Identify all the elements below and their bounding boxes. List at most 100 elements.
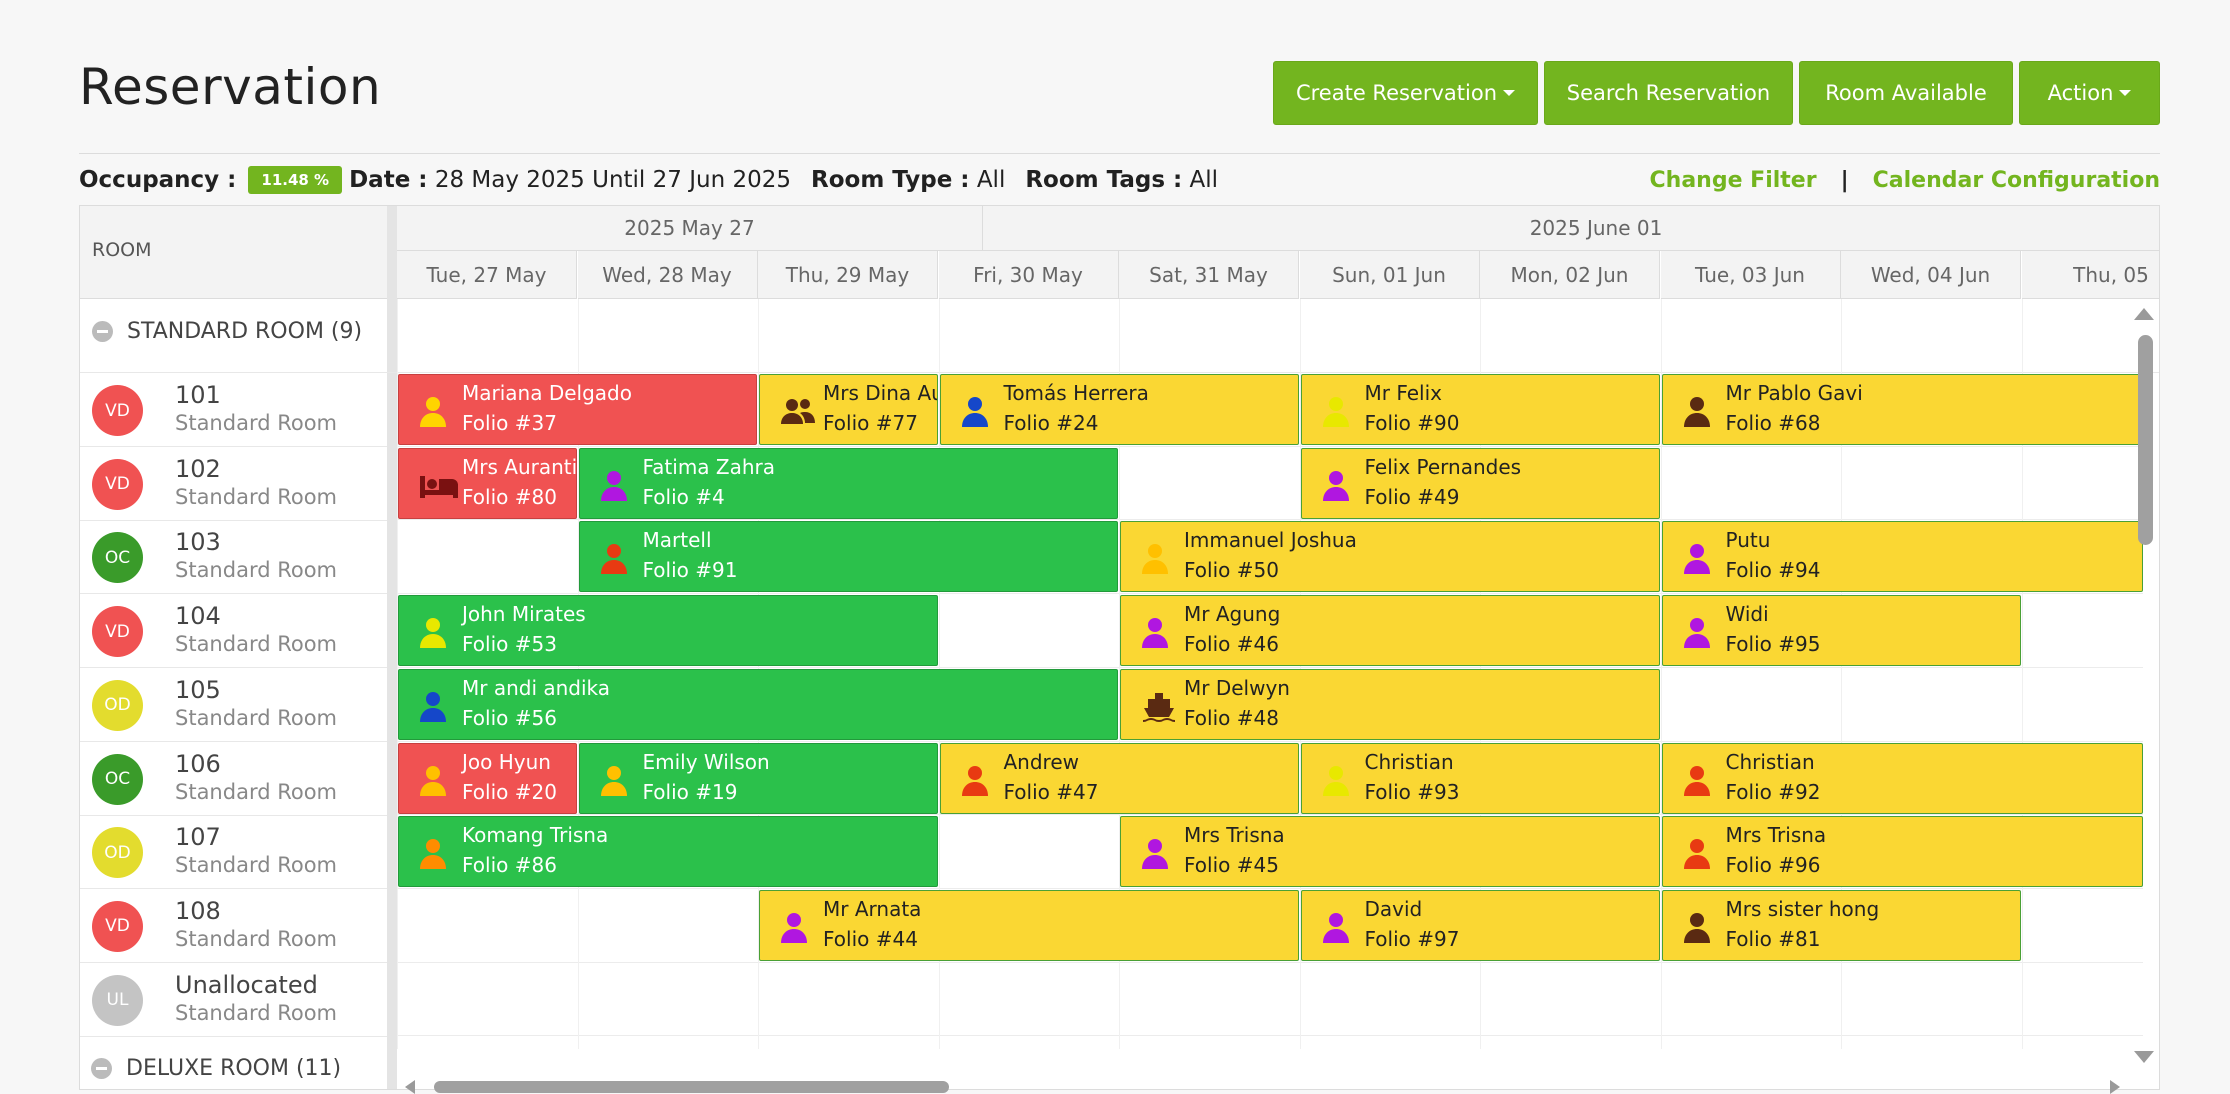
- collapse-icon[interactable]: [92, 321, 113, 342]
- booking-block[interactable]: David Folio #97: [1300, 889, 1660, 961]
- search-reservation-button[interactable]: Search Reservation: [1544, 61, 1793, 125]
- month-header: 2025 June 01: [983, 206, 2159, 251]
- room-row[interactable]: OD 107 Standard Room: [80, 815, 387, 890]
- room-number: 108: [175, 896, 221, 925]
- reservation-calendar: ROOM 2025 May 27 2025 June 01 Tue, 27 Ma…: [79, 205, 2160, 1090]
- booking-block[interactable]: Andrew Folio #47: [939, 742, 1299, 814]
- collapse-icon[interactable]: [91, 1058, 112, 1079]
- person-icon: [419, 617, 447, 649]
- room-type: Standard Room: [175, 632, 338, 657]
- booking-block[interactable]: Mrs Trisna Folio #96: [1661, 816, 2143, 888]
- guest-name: Christian: [1364, 749, 1454, 774]
- vertical-scrollbar[interactable]: [2138, 335, 2153, 545]
- folio-number: Folio #91: [642, 558, 738, 583]
- guest-name: Christian: [1725, 749, 1815, 774]
- room-status-badge: OC: [92, 753, 143, 805]
- filter-summary: Occupancy : 11.48 % Date : 28 May 2025 U…: [79, 164, 1218, 196]
- booking-block[interactable]: John Mirates Folio #53: [398, 595, 938, 667]
- guest-name: John Mirates: [462, 602, 586, 627]
- ship-icon: [1141, 691, 1175, 723]
- booking-block[interactable]: Christian Folio #92: [1661, 742, 2143, 814]
- booking-block[interactable]: Mr Arnata Folio #44: [759, 889, 1299, 961]
- room-status-badge: OD: [92, 679, 143, 731]
- folio-number: Folio #47: [1003, 779, 1099, 804]
- date-value: 28 May 2025 Until 27 Jun 2025: [434, 167, 791, 193]
- room-row[interactable]: UL Unallocated Standard Room: [80, 963, 387, 1037]
- room-row[interactable]: VD 108 Standard Room: [80, 889, 387, 963]
- room-row[interactable]: OD 105 Standard Room: [80, 668, 387, 742]
- scroll-up-icon[interactable]: [2134, 308, 2154, 320]
- month-header: 2025 May 27: [397, 206, 983, 251]
- person-icon: [600, 765, 628, 797]
- room-row[interactable]: OC 106 Standard Room: [80, 742, 387, 816]
- page-title: Reservation: [79, 58, 382, 116]
- booking-block[interactable]: Emily Wilson Folio #19: [578, 742, 938, 814]
- day-header: Sun, 01 Jun: [1299, 251, 1480, 299]
- scroll-left-icon[interactable]: [405, 1080, 415, 1094]
- booking-block[interactable]: Mrs Trisna Folio #45: [1120, 816, 1660, 888]
- calendar-configuration-link[interactable]: Calendar Configuration: [1873, 168, 2160, 193]
- room-group-row[interactable]: STANDARD ROOM (9): [80, 300, 2159, 373]
- day-header: Wed, 04 Jun: [1841, 251, 2021, 299]
- room-group-toggle[interactable]: STANDARD ROOM (9): [92, 319, 362, 344]
- person-icon: [961, 765, 989, 797]
- room-number: 106: [175, 749, 221, 778]
- booking-block[interactable]: Joo Hyun Folio #20: [398, 742, 577, 814]
- room-status-badge: VD: [92, 606, 143, 658]
- room-number: 102: [175, 454, 221, 483]
- guest-name: Mr andi andika: [462, 675, 611, 700]
- room-row[interactable]: VD 102 Standard Room: [80, 447, 387, 521]
- room-status-badge: VD: [92, 900, 143, 952]
- booking-block[interactable]: Mr Felix Folio #90: [1300, 374, 1660, 445]
- horizontal-scrollbar[interactable]: [434, 1081, 949, 1093]
- guest-name: Immanuel Joshua: [1184, 528, 1357, 553]
- room-row[interactable]: OC 103 Standard Room: [80, 520, 387, 595]
- booking-block[interactable]: Christian Folio #93: [1300, 742, 1660, 814]
- booking-block[interactable]: Mrs sister hong Folio #81: [1661, 889, 2021, 961]
- day-header: Wed, 28 May: [577, 251, 758, 299]
- room-group-toggle[interactable]: DELUXE ROOM (11): [91, 1056, 341, 1081]
- booking-block[interactable]: Komang Trisna Folio #86: [398, 816, 938, 888]
- room-column-header: ROOM: [80, 206, 387, 299]
- folio-number: Folio #80: [462, 484, 557, 509]
- divider: [79, 153, 2160, 154]
- scroll-down-icon[interactable]: [2134, 1051, 2154, 1063]
- folio-number: Folio #96: [1725, 853, 1821, 878]
- booking-block[interactable]: Tomás Herrera Folio #24: [939, 374, 1299, 445]
- room-number: 107: [175, 823, 221, 852]
- person-icon: [1141, 543, 1169, 575]
- room-header-label: ROOM: [92, 239, 152, 261]
- booking-block[interactable]: Mr Delwyn Folio #48: [1120, 668, 1660, 740]
- booking-block[interactable]: Putu Folio #94: [1661, 521, 2143, 593]
- action-button[interactable]: Action: [2019, 61, 2160, 125]
- booking-block[interactable]: Mariana Delgado Folio #37: [398, 374, 757, 445]
- booking-block[interactable]: Mr Pablo Gavi Folio #68: [1661, 374, 2143, 445]
- room-available-button[interactable]: Room Available: [1799, 61, 2013, 125]
- row-divider: [397, 887, 2143, 889]
- booking-block[interactable]: Widi Folio #95: [1661, 595, 2021, 667]
- booking-block[interactable]: Felix Pernandes Folio #49: [1300, 447, 1660, 519]
- folio-number: Folio #92: [1725, 779, 1821, 804]
- booking-block[interactable]: Fatima Zahra Folio #4: [578, 447, 1118, 519]
- booking-block[interactable]: Martell Folio #91: [578, 521, 1118, 593]
- folio-number: Folio #95: [1725, 632, 1821, 657]
- folio-number: Folio #19: [642, 779, 738, 804]
- booking-block[interactable]: Mrs Auranti diana Folio #80: [398, 447, 577, 519]
- guest-name: Mr Pablo Gavi: [1725, 381, 1863, 405]
- booking-block[interactable]: Mrs Dina Aulia Folio #77: [759, 374, 938, 445]
- booking-block[interactable]: Immanuel Joshua Folio #50: [1120, 521, 1660, 593]
- create-reservation-button[interactable]: Create Reservation: [1273, 61, 1538, 125]
- booking-block[interactable]: Mr andi andika Folio #56: [398, 668, 1118, 740]
- room-type-label: Room Type :: [811, 167, 970, 193]
- room-status-badge: VD: [92, 458, 143, 510]
- booking-block[interactable]: Mr Agung Folio #46: [1120, 595, 1660, 667]
- scroll-right-icon[interactable]: [2110, 1080, 2120, 1094]
- guest-name: Mrs sister hong: [1725, 896, 1880, 921]
- room-row[interactable]: VD 101 Standard Room: [80, 373, 387, 447]
- guest-name: Mr Arnata: [823, 896, 922, 921]
- guest-name: Mr Agung: [1184, 602, 1281, 627]
- change-filter-link[interactable]: Change Filter: [1650, 168, 1817, 193]
- guest-name: Mrs Auranti diana: [462, 454, 577, 479]
- room-row[interactable]: VD 104 Standard Room: [80, 594, 387, 669]
- day-header: Thu, 05: [2021, 251, 2159, 299]
